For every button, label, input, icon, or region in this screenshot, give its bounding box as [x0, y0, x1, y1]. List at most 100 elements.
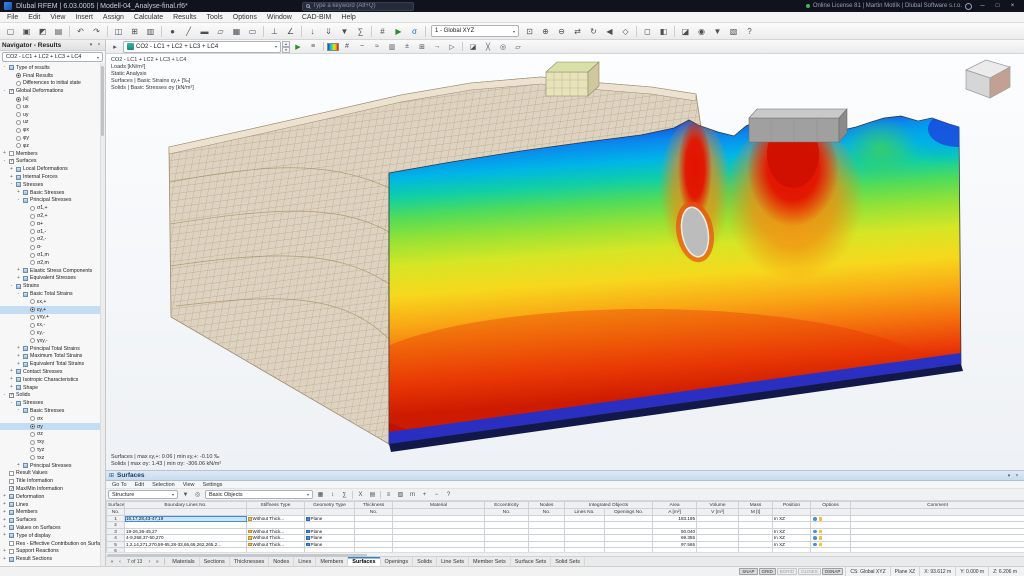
calculate-current-icon[interactable]: ▶ — [291, 41, 305, 53]
prev-page-icon[interactable]: ‹ — [116, 559, 124, 565]
column-group-header[interactable]: Mass — [738, 501, 774, 509]
expand-icon[interactable]: + — [419, 490, 430, 500]
excel-export-icon[interactable]: X — [355, 490, 366, 500]
hinge-icon[interactable]: ∠ — [283, 24, 298, 38]
table-settings-icon[interactable]: ≡ — [383, 490, 394, 500]
zoom-in-icon[interactable]: ⊕ — [538, 24, 553, 38]
visibility-icon[interactable]: ◉ — [694, 24, 709, 38]
separator[interactable] — [674, 25, 675, 37]
tree-expander-icon[interactable]: + — [16, 463, 21, 468]
navigator-tree-item[interactable]: φz — [0, 142, 105, 150]
tree-item-icon[interactable] — [16, 400, 21, 406]
coordinate-system-selector[interactable]: 1 - Global XYZ ▾ — [431, 25, 519, 37]
tree-expander-icon[interactable]: - — [9, 182, 14, 187]
rotate-view-icon[interactable]: ↻ — [586, 24, 601, 38]
toggle-glines[interactable]: GLINES — [798, 568, 821, 575]
column-sub-header[interactable] — [810, 508, 852, 516]
tab-thicknesses[interactable]: Thicknesses — [230, 557, 270, 566]
navigator-tree-item[interactable]: εy,- — [0, 329, 105, 337]
spin-down-icon[interactable]: ▾ — [282, 46, 290, 53]
previous-view-icon[interactable]: ◀ — [602, 24, 617, 38]
tab-member-sets[interactable]: Member Sets — [469, 557, 511, 566]
navigator-tree-item[interactable]: + Type of display — [0, 532, 105, 540]
tables-icon[interactable]: ⊞ — [127, 24, 142, 38]
tab-members[interactable]: Members — [316, 557, 349, 566]
tab-lines[interactable]: Lines — [294, 557, 317, 566]
tree-expander-icon[interactable]: - — [2, 88, 7, 94]
separator[interactable] — [636, 25, 637, 37]
menu-help[interactable]: Help — [336, 12, 360, 22]
navigator-tree-item[interactable]: Final Results — [0, 72, 105, 80]
navigator-tree-item[interactable]: + Surfaces — [0, 516, 105, 524]
keyword-search-box[interactable]: Type a keyword (Alt+Q) — [301, 1, 414, 11]
tree-expander-icon[interactable]: + — [16, 275, 21, 281]
tree-item-icon[interactable] — [30, 330, 35, 336]
navigator-tree-item[interactable]: + Values on Surfaces — [0, 524, 105, 532]
navigator-tree-item[interactable]: σz — [0, 430, 105, 438]
navigator-tree-item[interactable]: + Equivalent Stresses — [0, 275, 105, 283]
navigator-tree-item[interactable]: - Global Deformations — [0, 87, 105, 95]
navigator-tree-item[interactable]: - Stresses — [0, 181, 105, 189]
tree-expander-icon[interactable]: + — [16, 190, 21, 195]
table-help-icon[interactable]: ? — [443, 490, 454, 500]
tab-line-sets[interactable]: Line Sets — [437, 557, 469, 566]
opening-icon[interactable]: ▭ — [245, 24, 260, 38]
tree-expander-icon[interactable]: - — [2, 158, 7, 164]
navigator-tree-item[interactable]: α+ — [0, 220, 105, 228]
tree-item-icon[interactable] — [9, 65, 14, 71]
separator[interactable] — [425, 25, 426, 37]
zoom-window-icon[interactable]: ⊡ — [522, 24, 537, 38]
tree-expander-icon[interactable]: + — [2, 509, 7, 515]
open-model-icon[interactable]: ▣ — [19, 24, 34, 38]
tree-item-icon[interactable] — [30, 299, 35, 305]
work-plane-icon[interactable]: ▱ — [511, 41, 525, 53]
solid-icon[interactable]: ▦ — [229, 24, 244, 38]
table-menu-goto[interactable]: Go To — [108, 482, 131, 488]
navigator-tree-item[interactable]: Result Values — [0, 469, 105, 477]
tree-item-icon[interactable] — [30, 338, 35, 344]
result-grid-icon[interactable]: ⊞ — [415, 41, 429, 53]
tree-item-icon[interactable] — [23, 408, 28, 414]
navigator-tree-item[interactable]: uy — [0, 111, 105, 119]
nodal-load-icon[interactable]: ↓ — [305, 24, 320, 38]
nodal-support-icon[interactable]: ⊥ — [267, 24, 282, 38]
undo-icon[interactable]: ↶ — [73, 24, 88, 38]
toggle-grid[interactable]: GRID — [758, 568, 776, 575]
column-sub-header[interactable] — [850, 508, 1024, 516]
tree-item-icon[interactable] — [16, 182, 21, 188]
column-group-header[interactable]: Integrated Objects — [563, 501, 654, 509]
tree-item-icon[interactable] — [30, 416, 35, 422]
navigator-tree-item[interactable]: - Strains — [0, 282, 105, 290]
tree-item-icon[interactable] — [30, 260, 35, 266]
color-scale-icon[interactable]: ▧ — [726, 24, 741, 38]
tree-expander-icon[interactable]: + — [2, 525, 7, 530]
column-group-header[interactable]: Stiffness Type — [246, 501, 305, 509]
tree-expander-icon[interactable]: + — [2, 494, 7, 499]
table-object-filter[interactable]: Basic Objects ▾ — [205, 490, 313, 499]
menu-cad-bim[interactable]: CAD-BIM — [297, 12, 337, 22]
tree-item-icon[interactable] — [9, 517, 14, 523]
tab-sections[interactable]: Sections — [200, 557, 230, 566]
column-group-header[interactable]: Comment — [850, 501, 1024, 509]
tree-item-icon[interactable] — [23, 275, 28, 281]
navigator-tree-item[interactable]: σx — [0, 415, 105, 423]
tree-item-icon[interactable] — [23, 190, 28, 196]
menu-assign[interactable]: Assign — [98, 12, 129, 22]
calculate-icon[interactable]: ▶ — [391, 24, 406, 38]
tree-item-icon[interactable] — [16, 127, 21, 133]
tree-item-icon[interactable] — [9, 88, 14, 94]
separator[interactable] — [107, 25, 108, 37]
navigator-tree-item[interactable]: + Elastic Stress Components — [0, 267, 105, 275]
column-sub-header[interactable] — [246, 508, 305, 516]
tree-item-icon[interactable] — [30, 431, 35, 437]
tree-item-icon[interactable] — [9, 486, 14, 492]
navigator-tree-item[interactable]: + Local Deformations — [0, 165, 105, 173]
tab-surfaces[interactable]: Surfaces — [348, 557, 381, 566]
tree-expander-icon[interactable]: + — [9, 174, 14, 180]
tree-item-icon[interactable] — [9, 525, 14, 531]
animation-icon[interactable]: ▷ — [445, 41, 459, 53]
navigator-tree-item[interactable]: - Principal Stresses — [0, 197, 105, 205]
tree-expander-icon[interactable]: + — [2, 548, 7, 554]
last-page-icon[interactable]: » — [153, 559, 161, 565]
tree-item-icon[interactable] — [16, 119, 21, 125]
